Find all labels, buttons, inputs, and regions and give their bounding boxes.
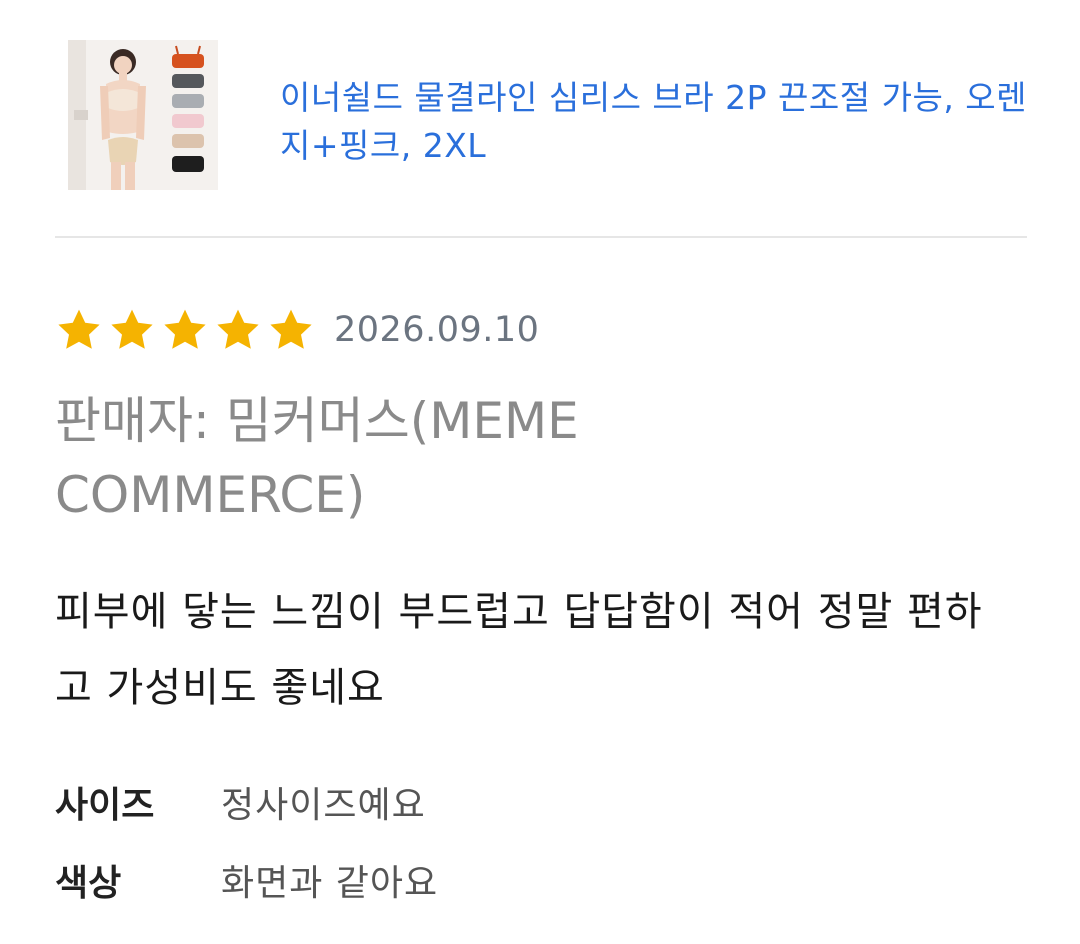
divider: [55, 236, 1027, 238]
attribute-value: 화면과 같아요: [221, 863, 439, 904]
star-filled-icon: [58, 309, 100, 349]
review-date: 2026.09.10: [334, 310, 540, 350]
review-text: 피부에 닿는 느낌이 부드럽고 답답함이 적어 정말 편하고 가성비도 좋네요: [55, 589, 983, 711]
attribute-row-size: 사이즈 정사이즈예요: [55, 772, 426, 832]
star-rating: [55, 306, 320, 354]
product-title-link[interactable]: 이너쉴드 물결라인 심리스 브라 2P 끈조절 가능, 오렌지+핑크, 2XL: [280, 74, 1030, 170]
product-thumbnail[interactable]: [68, 40, 218, 190]
seller-name: 판매자: 밈커머스(MEME COMMERCE): [55, 392, 579, 524]
attribute-row-color: 색상 화면과 같아요: [55, 850, 438, 910]
review-card: 이너쉴드 물결라인 심리스 브라 2P 끈조절 가능, 오렌지+핑크, 2XL …: [0, 0, 1080, 944]
rating-row: 2026.09.10: [55, 302, 539, 358]
star-filled-icon: [217, 309, 259, 349]
star-filled-icon: [270, 309, 312, 349]
product-summary[interactable]: 이너쉴드 물결라인 심리스 브라 2P 끈조절 가능, 오렌지+핑크, 2XL: [68, 40, 1028, 190]
attribute-value: 정사이즈예요: [221, 785, 426, 826]
attribute-label: 색상: [55, 863, 122, 904]
star-filled-icon: [164, 309, 206, 349]
attribute-label: 사이즈: [55, 785, 155, 826]
product-thumbnail-image: [68, 40, 218, 190]
star-filled-icon: [111, 309, 153, 349]
